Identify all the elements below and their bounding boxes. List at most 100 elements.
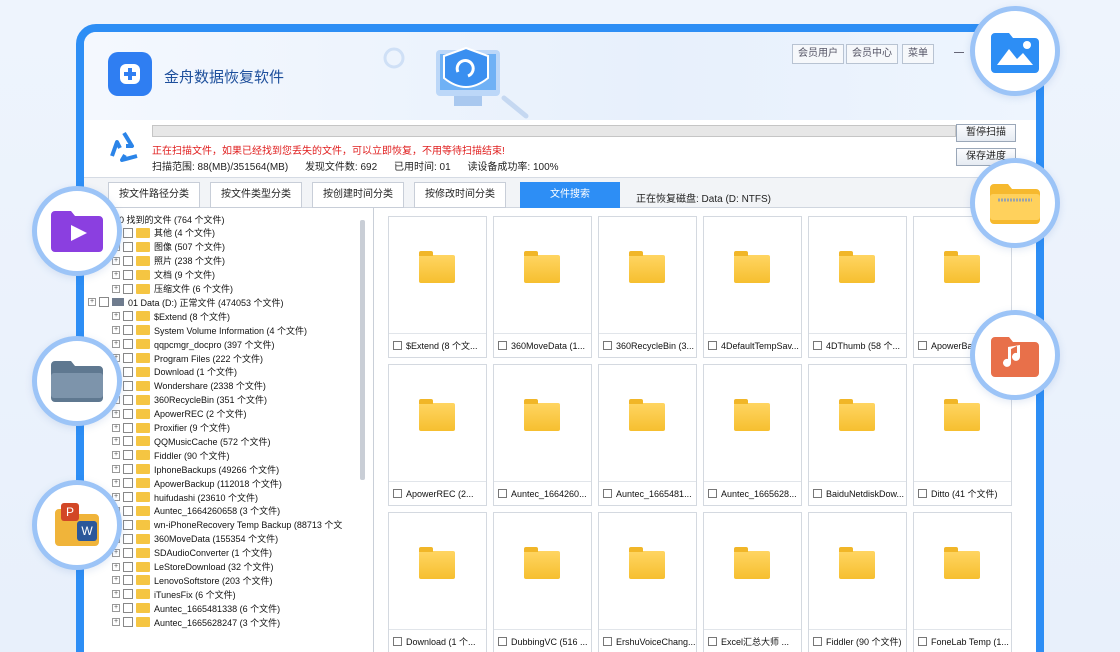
file-tile[interactable]: Auntec_1665628... (703, 364, 802, 506)
tree-row[interactable]: + 压缩文件 (6 个文件) (112, 282, 233, 296)
tree-checkbox[interactable] (123, 353, 133, 363)
tree-row[interactable]: + System Volume Information (4 个文件) (112, 323, 307, 337)
tree-row[interactable]: + $Extend (8 个文件) (112, 309, 230, 323)
tab-by-path[interactable]: 按文件路径分类 (108, 182, 200, 208)
tab-by-modified-time[interactable]: 按修改时间分类 (414, 182, 506, 208)
tree-checkbox[interactable] (123, 603, 133, 614)
tile-checkbox[interactable] (708, 341, 717, 350)
tab-file-search[interactable]: 文件搜索 (520, 182, 620, 208)
expand-icon[interactable]: + (112, 604, 120, 613)
tile-checkbox[interactable] (813, 489, 822, 498)
tile-checkbox[interactable] (393, 637, 402, 646)
tree-row[interactable]: + Proxifier (9 个文件) (112, 421, 230, 435)
tree-checkbox[interactable] (123, 311, 133, 322)
tile-checkbox[interactable] (603, 637, 612, 646)
expand-icon[interactable]: + (112, 437, 120, 446)
expand-icon[interactable]: + (112, 423, 120, 432)
tree-checkbox[interactable] (123, 478, 133, 489)
expand-icon[interactable]: + (112, 479, 120, 488)
tile-checkbox[interactable] (708, 489, 717, 498)
tree-row[interactable]: + LeStoreDownload (32 个文件) (112, 560, 274, 574)
expand-icon[interactable]: + (112, 451, 120, 460)
expand-icon[interactable]: + (112, 284, 120, 293)
tree-checkbox[interactable] (123, 325, 133, 336)
tree-checkbox[interactable] (123, 394, 133, 405)
tree-checkbox[interactable] (123, 533, 133, 544)
tile-checkbox[interactable] (603, 489, 612, 498)
member-center-button[interactable]: 会员中心 (846, 44, 898, 64)
tab-by-type[interactable]: 按文件类型分类 (210, 182, 302, 208)
member-user-button[interactable]: 会员用户 (792, 44, 844, 64)
tree-row[interactable]: +01 Data (D:) 正常文件 (474053 个文件) (88, 295, 284, 309)
tree-row[interactable]: +图像 (507 个文件) (112, 240, 225, 254)
tree-row[interactable]: +其他 (4 个文件) (112, 226, 215, 240)
tree-checkbox[interactable] (123, 269, 133, 280)
tree-checkbox[interactable] (123, 408, 133, 419)
tile-checkbox[interactable] (498, 489, 507, 498)
tree-checkbox[interactable] (123, 450, 133, 461)
tree-row[interactable]: + Auntec_1665481338 (6 个文件) (112, 601, 280, 615)
tree-row[interactable]: + qqpcmgr_docpro (397 个文件) (112, 337, 275, 351)
file-tile[interactable]: Auntec_1664260... (493, 364, 592, 506)
tree-row[interactable]: + LenovoSoftstore (203 个文件) (112, 573, 273, 587)
tree-checkbox[interactable] (123, 547, 133, 558)
expand-icon[interactable]: + (112, 465, 120, 474)
tab-by-created-time[interactable]: 按创建时间分类 (312, 182, 404, 208)
tree-checkbox[interactable] (123, 339, 133, 350)
tree-checkbox[interactable] (123, 436, 133, 447)
tree-checkbox[interactable] (123, 492, 133, 502)
tile-checkbox[interactable] (813, 637, 822, 646)
tile-checkbox[interactable] (708, 637, 717, 646)
file-tile[interactable]: 4DThumb (58 个... (808, 216, 907, 358)
tree-checkbox[interactable] (123, 422, 133, 433)
file-tile[interactable]: 360MoveData (1... (493, 216, 592, 358)
tree-row[interactable]: +360RecycleBin (351 个文件) (112, 393, 267, 407)
tree-checkbox[interactable] (123, 617, 133, 628)
tree-row[interactable]: +Wondershare (2338 个文件) (112, 379, 266, 393)
tree-scrollbar[interactable] (360, 220, 365, 480)
tree-row[interactable]: + QQMusicCache (572 个文件) (112, 434, 271, 448)
tree-checkbox[interactable] (123, 464, 133, 475)
tree-checkbox[interactable] (123, 505, 133, 516)
tree-row[interactable]: + Auntec_1665628247 (3 个文件) (112, 615, 280, 629)
file-tile[interactable]: $Extend (8 个文... (388, 216, 487, 358)
tile-checkbox[interactable] (393, 489, 402, 498)
tree-row[interactable]: +wn-iPhoneRecovery Temp Backup (88713 个文 (112, 518, 342, 532)
tile-checkbox[interactable] (498, 637, 507, 646)
file-tile[interactable]: Excel汇总大师 ... (703, 512, 802, 652)
file-tile[interactable]: 360RecycleBin (3... (598, 216, 697, 358)
pause-scan-button[interactable]: 暂停扫描 (956, 124, 1016, 142)
file-tile[interactable]: ApowerREC (2... (388, 364, 487, 506)
tile-checkbox[interactable] (603, 341, 612, 350)
tree-checkbox[interactable] (123, 241, 133, 252)
tree-row[interactable]: + ApowerREC (2 个文件) (112, 407, 247, 421)
file-tile[interactable]: Download (1 个... (388, 512, 487, 652)
file-tile[interactable]: Fiddler (90 个文件) (808, 512, 907, 652)
tile-checkbox[interactable] (393, 341, 402, 350)
tree-checkbox[interactable] (123, 561, 133, 572)
tree-row[interactable]: + 照片 (238 个文件) (112, 254, 225, 268)
file-tile[interactable]: FoneLab Temp (1... (913, 512, 1012, 652)
tree-row[interactable]: + 文档 (9 个文件) (112, 268, 215, 282)
file-tile[interactable]: ErshuVoiceChang... (598, 512, 697, 652)
tree-row[interactable]: + Fiddler (90 个文件) (112, 448, 230, 462)
tree-checkbox[interactable] (123, 366, 133, 377)
tree-checkbox[interactable] (123, 519, 133, 530)
tree-checkbox[interactable] (123, 589, 133, 600)
expand-icon[interactable]: + (112, 270, 120, 279)
expand-icon[interactable]: + (112, 256, 120, 265)
tree-row[interactable]: 00 找到的文件 (764 个文件) (114, 212, 225, 226)
file-tile[interactable]: BaiduNetdiskDow... (808, 364, 907, 506)
tree-checkbox[interactable] (123, 227, 133, 238)
tree-row[interactable]: + iTunesFix (6 个文件) (112, 587, 236, 601)
tree-checkbox[interactable] (123, 283, 133, 294)
tree-row[interactable]: + SDAudioConverter (1 个文件) (112, 546, 272, 560)
expand-icon[interactable]: + (112, 409, 120, 418)
tree-row[interactable]: +Download (1 个文件) (112, 365, 237, 379)
expand-icon[interactable]: + (112, 340, 120, 349)
expand-icon[interactable]: + (112, 312, 120, 321)
tree-checkbox[interactable] (123, 380, 133, 391)
expand-icon[interactable]: + (112, 326, 120, 335)
tree-checkbox[interactable] (99, 297, 109, 308)
expand-icon[interactable]: + (88, 298, 96, 307)
